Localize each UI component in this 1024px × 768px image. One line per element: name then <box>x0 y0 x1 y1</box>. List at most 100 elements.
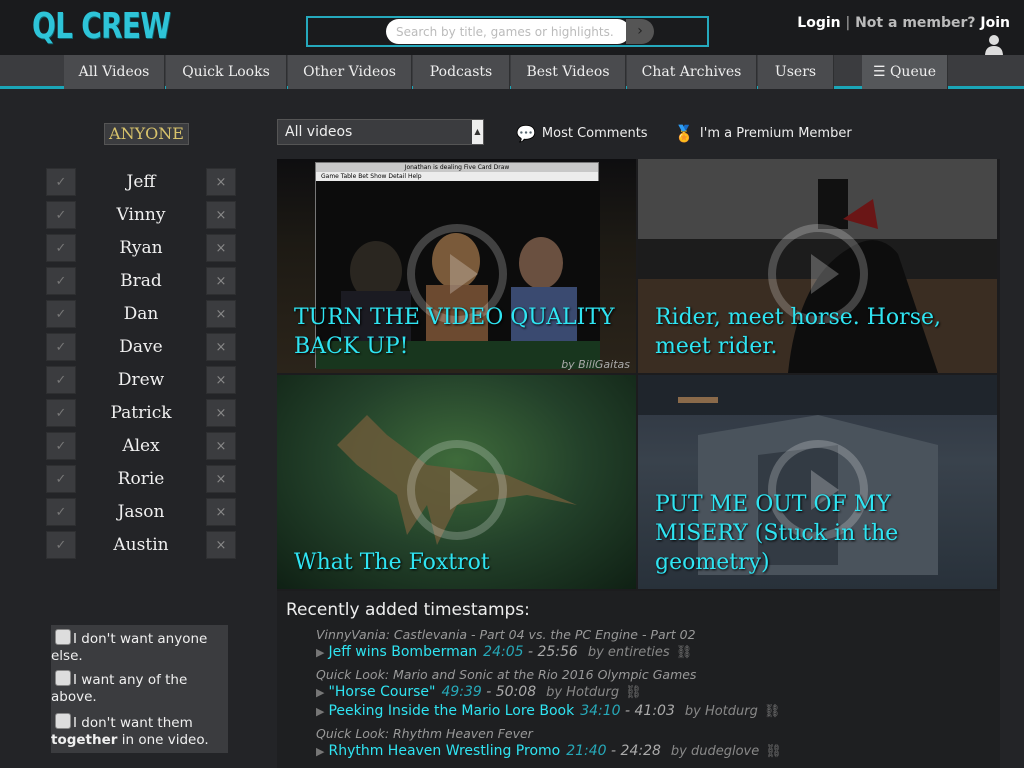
include-rorie-button[interactable]: ✓ <box>46 465 76 493</box>
search-input[interactable] <box>386 19 630 44</box>
timestamp-link[interactable]: Jeff wins Bomberman <box>328 644 477 660</box>
include-vinny-button[interactable]: ✓ <box>46 201 76 229</box>
include-jason-button[interactable]: ✓ <box>46 498 76 526</box>
video-tile[interactable]: Jonathan is dealing Five Card Draw Game … <box>277 159 636 373</box>
exclude-drew-button[interactable]: × <box>206 366 236 394</box>
person-row-jeff: ✓ Jeff × <box>46 168 236 196</box>
play-icon <box>406 440 507 540</box>
thumbnail-window-menu: Game Table Bet Show Detail Help <box>316 172 598 181</box>
video-grid: Jonathan is dealing Five Card Draw Game … <box>277 159 1000 591</box>
user-icon[interactable] <box>984 34 1004 56</box>
option-label-bold: together <box>51 732 118 748</box>
option-not-together[interactable]: I don't want them together in one video. <box>51 709 228 753</box>
link-icon[interactable]: ⛓ <box>764 704 781 719</box>
recent-timestamps-panel: Recently added timestamps: VinnyVania: C… <box>277 591 1000 768</box>
nav-queue[interactable]: ☰ Queue <box>862 55 948 89</box>
timestamp-author[interactable]: by Hotdurg <box>546 685 619 700</box>
main-nav: All Videos Quick Looks Other Videos Podc… <box>0 55 1024 89</box>
timestamp-video-title[interactable]: Quick Look: Rhythm Heaven Fever <box>316 726 533 741</box>
video-type-select[interactable]: All videos ▲ <box>277 119 484 145</box>
timestamp-start[interactable]: 34:10 <box>580 703 620 719</box>
join-link[interactable]: Join <box>980 15 1010 31</box>
nav-quick-looks[interactable]: Quick Looks <box>166 55 287 89</box>
option-any-of-above[interactable]: I want any of the above. <box>51 666 228 710</box>
exclude-austin-button[interactable]: × <box>206 531 236 559</box>
anyone-toggle[interactable]: ANYONE <box>104 123 189 145</box>
person-name: Rorie <box>117 469 165 489</box>
timestamp-link[interactable]: Rhythm Heaven Wrestling Promo <box>328 743 560 759</box>
person-row-rorie: ✓ Rorie × <box>46 465 236 493</box>
exclude-ryan-button[interactable]: × <box>206 234 236 262</box>
exclude-brad-button[interactable]: × <box>206 267 236 295</box>
select-value: All videos <box>285 124 353 140</box>
exclude-dan-button[interactable]: × <box>206 300 236 328</box>
person-name: Jeff <box>126 172 156 192</box>
timestamp-link[interactable]: "Horse Course" <box>328 684 435 700</box>
timestamp-row: ▶ Rhythm Heaven Wrestling Promo 21:40 - 24… <box>316 743 782 759</box>
include-patrick-button[interactable]: ✓ <box>46 399 76 427</box>
include-alex-button[interactable]: ✓ <box>46 432 76 460</box>
thumbnail-window-title: Jonathan is dealing Five Card Draw <box>316 163 598 172</box>
search-button[interactable]: › <box>626 19 654 44</box>
include-brad-button[interactable]: ✓ <box>46 267 76 295</box>
exclude-alex-button[interactable]: × <box>206 432 236 460</box>
play-small-icon[interactable]: ▶ <box>316 646 324 659</box>
exclude-dave-button[interactable]: × <box>206 333 236 361</box>
exclude-jason-button[interactable]: × <box>206 498 236 526</box>
option-no-one-else[interactable]: I don't want anyone else. <box>51 625 228 669</box>
person-row-ryan: ✓ Ryan × <box>46 234 236 262</box>
timestamp-author[interactable]: by entireties <box>588 645 670 660</box>
checkbox[interactable] <box>55 670 71 686</box>
most-comments-filter[interactable]: 💬 Most Comments <box>516 124 648 143</box>
timestamp-link[interactable]: Peeking Inside the Mario Lore Book <box>328 703 574 719</box>
person-row-alex: ✓ Alex × <box>46 432 236 460</box>
person-name: Dan <box>123 304 159 324</box>
include-drew-button[interactable]: ✓ <box>46 366 76 394</box>
timestamp-author[interactable]: by dudeglove <box>671 744 759 759</box>
exclude-rorie-button[interactable]: × <box>206 465 236 493</box>
checkbox[interactable] <box>55 629 71 645</box>
video-tile[interactable]: Rider, meet horse. Horse, meet rider. <box>638 159 997 373</box>
nav-best-videos[interactable]: Best Videos <box>511 55 626 89</box>
link-icon[interactable]: ⛓ <box>676 645 693 660</box>
timestamp-video-title[interactable]: VinnyVania: Castlevania - Part 04 vs. th… <box>316 627 696 642</box>
nav-other-videos[interactable]: Other Videos <box>288 55 412 89</box>
exclude-vinny-button[interactable]: × <box>206 201 236 229</box>
include-ryan-button[interactable]: ✓ <box>46 234 76 262</box>
include-austin-button[interactable]: ✓ <box>46 531 76 559</box>
play-small-icon[interactable]: ▶ <box>316 705 324 718</box>
link-icon[interactable]: ⛓ <box>625 685 642 700</box>
include-jeff-button[interactable]: ✓ <box>46 168 76 196</box>
play-small-icon[interactable]: ▶ <box>316 686 324 699</box>
timestamp-start[interactable]: 21:40 <box>566 743 606 759</box>
video-tile[interactable]: PUT ME OUT OF MY MISERY (Stuck in the ge… <box>638 375 997 589</box>
person-row-dan: ✓ Dan × <box>46 300 236 328</box>
link-icon[interactable]: ⛓ <box>765 744 782 759</box>
checkbox[interactable] <box>55 713 71 729</box>
site-logo[interactable]: QL CREW <box>32 6 171 47</box>
include-dave-button[interactable]: ✓ <box>46 333 76 361</box>
timestamp-start[interactable]: 49:39 <box>441 684 481 700</box>
video-credit: by BillGaitas <box>561 358 630 371</box>
comment-icon: 💬 <box>516 124 536 143</box>
nav-podcasts[interactable]: Podcasts <box>413 55 510 89</box>
timestamp-start[interactable]: 24:05 <box>483 644 523 660</box>
search-arrow-icon: › <box>637 23 643 39</box>
premium-member-filter[interactable]: 🏅 I'm a Premium Member <box>674 124 852 143</box>
include-dan-button[interactable]: ✓ <box>46 300 76 328</box>
nav-all-videos[interactable]: All Videos <box>64 55 165 89</box>
option-label: I want any of the above. <box>51 672 188 705</box>
timestamp-row: ▶ Peeking Inside the Mario Lore Book 34:10… <box>316 703 780 719</box>
person-name: Jason <box>117 502 165 522</box>
login-link[interactable]: Login <box>797 15 840 31</box>
play-small-icon[interactable]: ▶ <box>316 745 324 758</box>
person-name: Alex <box>122 436 160 456</box>
timestamp-video-title[interactable]: Quick Look: Mario and Sonic at the Rio 2… <box>316 667 696 682</box>
nav-chat-archives[interactable]: Chat Archives <box>627 55 757 89</box>
exclude-patrick-button[interactable]: × <box>206 399 236 427</box>
timestamp-author[interactable]: by Hotdurg <box>685 704 758 719</box>
exclude-jeff-button[interactable]: × <box>206 168 236 196</box>
video-tile[interactable]: What The Foxtrot <box>277 375 636 589</box>
login-separator: | <box>845 15 851 31</box>
nav-users[interactable]: Users <box>758 55 834 89</box>
